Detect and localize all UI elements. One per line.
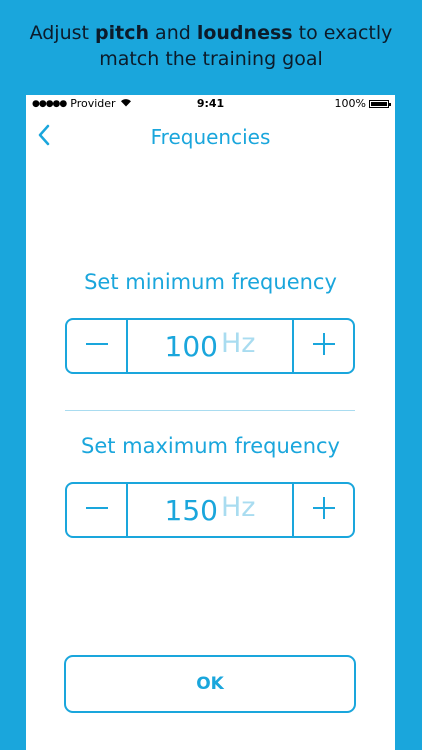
caption-and: and (149, 22, 197, 44)
plus-icon (312, 496, 336, 524)
max-frequency-stepper: 150 Hz (65, 482, 355, 538)
minus-icon (85, 496, 109, 524)
min-frequency-number: 100 (164, 329, 218, 363)
caption-line-2: match the training goal (99, 48, 323, 70)
section-divider (65, 410, 355, 411)
min-frequency-label: Set minimum frequency (84, 270, 337, 294)
battery-icon (369, 99, 391, 108)
page-title: Frequencies (150, 125, 271, 149)
plus-icon (312, 332, 336, 360)
max-frequency-label: Set maximum frequency (81, 434, 340, 458)
max-frequency-unit: Hz (220, 491, 256, 523)
phone-screen: ●●●●● Provider 9:41 100% Frequencies Set… (26, 95, 395, 750)
promo-caption: Adjust pitch and loudness to exactly mat… (0, 20, 422, 72)
nav-bar: Frequencies (26, 113, 395, 161)
minus-icon (85, 332, 109, 360)
status-bar: ●●●●● Provider 9:41 100% (26, 95, 395, 113)
max-frequency-value: 150 Hz (128, 484, 292, 536)
min-frequency-unit: Hz (220, 327, 256, 359)
min-increment-button[interactable] (292, 320, 353, 372)
min-frequency-value: 100 Hz (128, 320, 292, 372)
caption-text-before: Adjust (29, 22, 96, 44)
ok-button[interactable]: OK (64, 655, 356, 713)
status-right: 100% (334, 97, 391, 110)
battery-percent: 100% (334, 97, 366, 110)
max-increment-button[interactable] (292, 484, 353, 536)
caption-pitch: pitch (95, 22, 150, 44)
max-decrement-button[interactable] (67, 484, 128, 536)
caption-loudness: loudness (196, 22, 293, 44)
min-frequency-stepper: 100 Hz (65, 318, 355, 374)
min-decrement-button[interactable] (67, 320, 128, 372)
max-frequency-number: 150 (164, 493, 218, 527)
caption-text-after: to exactly (292, 22, 393, 44)
caption-line-1: Adjust pitch and loudness to exactly (0, 20, 422, 46)
